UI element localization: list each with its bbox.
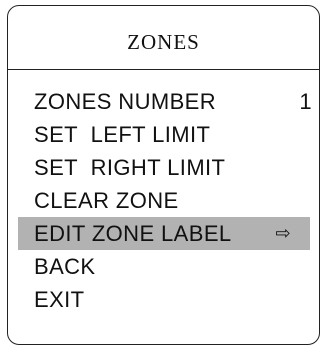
menu-item-label: CLEAR ZONE (34, 187, 179, 213)
menu-item-set-right-limit[interactable]: SET RIGHT LIMIT (8, 151, 319, 184)
menu-item-clear-zone[interactable]: CLEAR ZONE (8, 184, 319, 217)
menu-list: ZONES NUMBER 1 SET LEFT LIMIT SET RIGHT … (8, 85, 319, 316)
menu-item-label: BACK (34, 253, 96, 279)
menu-item-label: SET LEFT LIMIT (34, 121, 211, 147)
menu-item-label: SET RIGHT LIMIT (34, 154, 226, 180)
zones-number-value: 1 (299, 88, 312, 114)
arrow-right-icon: ⇨ (275, 223, 291, 244)
zones-menu-panel: ZONES ZONES NUMBER 1 SET LEFT LIMIT SET … (7, 5, 320, 345)
menu-item-set-left-limit[interactable]: SET LEFT LIMIT (8, 118, 319, 151)
menu-item-label: EXIT (34, 286, 85, 312)
menu-item-exit[interactable]: EXIT (8, 283, 319, 316)
menu-item-edit-zone-label[interactable]: EDIT ZONE LABEL ⇨ (18, 217, 310, 250)
menu-item-zones-number[interactable]: ZONES NUMBER 1 (8, 85, 319, 118)
menu-item-label: EDIT ZONE LABEL (34, 220, 232, 246)
menu-title: ZONES (8, 6, 319, 70)
menu-item-back[interactable]: BACK (8, 250, 319, 283)
menu-item-label: ZONES NUMBER (34, 88, 217, 114)
